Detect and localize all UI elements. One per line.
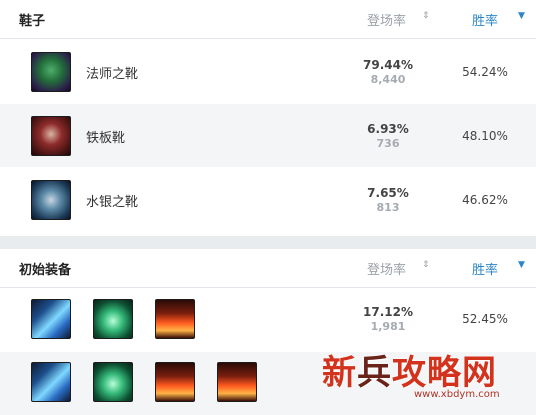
sorcerers-shoes-icon: [31, 52, 71, 92]
pick-count: 8,440: [370, 73, 406, 86]
pick-rate: 7.65%: [367, 186, 409, 200]
table-row[interactable]: 水银之靴 7.65% 813 46.62%: [0, 168, 536, 231]
boots-header: 鞋子 登场率 ⇕ 胜率 ▼: [0, 0, 536, 39]
pick-rate: 17.12%: [363, 305, 413, 319]
plated-steelcaps-icon: [31, 116, 71, 156]
blade-icon: [31, 299, 71, 339]
pick-rate: 79.44%: [363, 58, 413, 72]
watermark-logo-text: 新兵攻略网: [322, 353, 497, 393]
pick-rate: 6.93%: [367, 122, 409, 136]
boots-panel: 鞋子 登场率 ⇕ 胜率 ▼ 法师之靴 79.44% 8,440 54.24% 铁…: [0, 0, 536, 236]
mercurys-treads-icon: [31, 180, 71, 220]
caret-down-icon[interactable]: ▼: [518, 11, 525, 21]
potion-icon: [93, 362, 133, 402]
sort-updown-icon[interactable]: ⇕: [422, 260, 430, 270]
trinket-icon: [155, 362, 195, 402]
pick-rate-sort-button[interactable]: 登场率: [367, 10, 406, 29]
item-name: 法师之靴: [86, 67, 139, 82]
pick-count: 813: [376, 201, 400, 214]
pick-count: 736: [376, 137, 400, 150]
site-watermark: 新兵攻略网 www.xbdym.com: [318, 345, 536, 407]
trinket-icon: [155, 299, 195, 339]
item-name: 铁板靴: [86, 131, 126, 146]
trinket-icon: [217, 362, 257, 402]
item-name: 水银之靴: [86, 195, 139, 210]
starter-title: 初始装备: [19, 263, 72, 278]
win-rate: 54.24%: [462, 65, 508, 79]
potion-icon: [93, 299, 133, 339]
table-row[interactable]: 铁板靴 6.93% 736 48.10%: [0, 104, 536, 167]
win-rate: 46.62%: [462, 193, 508, 207]
watermark-url: www.xbdym.com: [414, 389, 500, 400]
starter-header: 初始装备 登场率 ⇕ 胜率 ▼: [0, 249, 536, 288]
sort-updown-icon[interactable]: ⇕: [422, 11, 430, 21]
table-row[interactable]: 法师之靴 79.44% 8,440 54.24%: [0, 40, 536, 103]
caret-down-icon[interactable]: ▼: [518, 260, 525, 270]
win-rate-sort-button[interactable]: 胜率: [472, 10, 498, 29]
win-rate: 48.10%: [462, 129, 508, 143]
table-row[interactable]: 17.12% 1,981 52.45%: [0, 289, 536, 352]
pick-count: 1,981: [370, 320, 406, 333]
win-rate-sort-button[interactable]: 胜率: [472, 259, 498, 278]
win-rate: 52.45%: [462, 312, 508, 326]
boots-title: 鞋子: [19, 14, 46, 29]
pick-rate-sort-button[interactable]: 登场率: [367, 259, 406, 278]
blade-icon: [31, 362, 71, 402]
